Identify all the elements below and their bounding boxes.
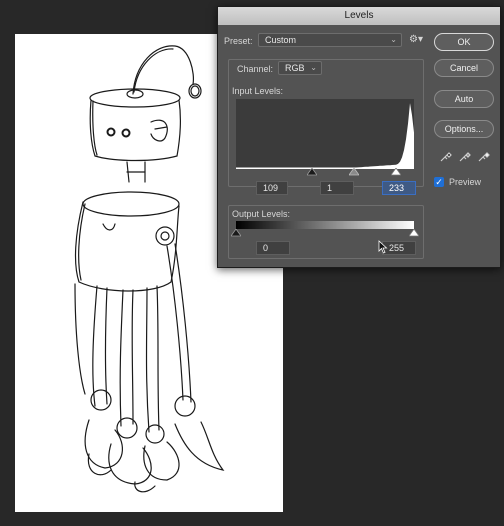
output-black-field[interactable]: 0 <box>256 241 290 255</box>
output-black-slider[interactable] <box>231 229 241 237</box>
gray-eyedropper-icon[interactable] <box>458 149 472 163</box>
mouse-cursor-icon <box>378 240 388 254</box>
chevron-down-icon: ⌄ <box>310 63 317 72</box>
input-black-slider[interactable] <box>307 168 317 176</box>
input-gamma-slider[interactable] <box>349 168 359 176</box>
output-white-slider[interactable] <box>409 229 419 237</box>
input-gamma-field[interactable]: 1 <box>320 181 354 195</box>
gear-icon[interactable]: ⚙︎▾ <box>409 34 423 45</box>
input-black-field[interactable]: 109 <box>256 181 288 195</box>
input-white-slider[interactable] <box>391 168 401 176</box>
preset-dropdown[interactable]: Custom ⌄ <box>258 33 402 47</box>
preset-value: Custom <box>265 35 297 45</box>
dialog-title-bar[interactable]: Levels <box>218 7 500 25</box>
cancel-button[interactable]: Cancel <box>434 59 494 77</box>
channel-value: RGB <box>285 63 305 73</box>
dialog-title: Levels <box>344 10 374 21</box>
output-levels-label: Output Levels: <box>232 209 291 219</box>
chevron-down-icon: ⌄ <box>390 35 397 44</box>
channel-dropdown[interactable]: RGB ⌄ <box>278 61 322 75</box>
white-eyedropper-icon[interactable] <box>477 149 491 163</box>
channel-label: Channel: <box>234 64 277 74</box>
preview-checkbox[interactable]: ✓ <box>434 177 444 187</box>
histogram <box>236 99 414 169</box>
options-button[interactable]: Options... <box>434 120 494 138</box>
input-levels-label: Input Levels: <box>232 86 284 96</box>
output-gradient-bar <box>236 221 414 229</box>
preview-label: Preview <box>449 177 482 187</box>
black-eyedropper-icon[interactable] <box>439 149 453 163</box>
levels-dialog: Levels Preset: Custom ⌄ ⚙︎▾ Channel: RGB… <box>217 6 501 268</box>
auto-button[interactable]: Auto <box>434 90 494 108</box>
ok-button[interactable]: OK <box>434 33 494 51</box>
preset-label: Preset: <box>224 36 253 46</box>
input-white-field[interactable]: 233 <box>382 181 416 195</box>
